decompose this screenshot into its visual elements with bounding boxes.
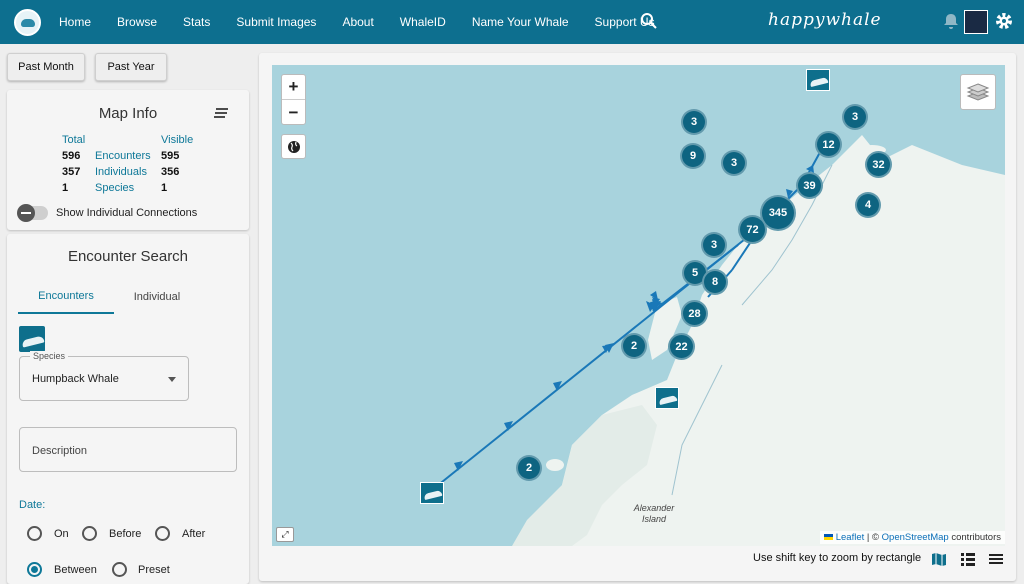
alexander-island-label: Alexander Island: [633, 503, 675, 524]
list-view-icon[interactable]: [960, 552, 976, 566]
radio-before-label: Before: [109, 528, 142, 540]
cluster-marker[interactable]: 22: [668, 333, 695, 360]
nav-name-your-whale[interactable]: Name Your Whale: [472, 15, 569, 29]
globe-button[interactable]: [281, 134, 306, 159]
cluster-marker[interactable]: 3: [842, 104, 868, 130]
leaflet-link[interactable]: Leaflet: [836, 532, 865, 543]
cluster-marker[interactable]: 2: [516, 455, 542, 481]
tab-encounters[interactable]: Encounters: [18, 280, 114, 314]
whale-encounter-marker[interactable]: [806, 69, 830, 91]
attribution-separator: | ©: [864, 532, 882, 543]
cluster-marker[interactable]: 3: [721, 150, 747, 176]
zoom-in-button[interactable]: +: [282, 75, 305, 100]
layers-button[interactable]: [960, 74, 996, 110]
individual-connections-toggle[interactable]: [17, 204, 48, 222]
total-header: Total: [62, 134, 86, 146]
visible-header: Visible: [161, 134, 194, 146]
individuals-visible: 356: [161, 166, 180, 178]
cluster-marker[interactable]: 2: [621, 333, 647, 359]
radio-before[interactable]: [82, 526, 97, 541]
user-avatar[interactable]: [964, 10, 988, 34]
gear-icon[interactable]: [994, 11, 1014, 31]
bell-icon[interactable]: [942, 12, 960, 30]
encounters-visible: 595: [161, 150, 180, 162]
description-placeholder: Description: [32, 445, 88, 457]
main-nav: Home Browse Stats Submit Images About Wh…: [59, 0, 681, 44]
map-info-title: Map Info: [98, 105, 158, 122]
sort-lines-icon[interactable]: [214, 108, 228, 118]
menu-icon[interactable]: [988, 552, 1004, 566]
cluster-marker[interactable]: 32: [865, 151, 892, 178]
search-tabs: Encounters Individual: [18, 280, 240, 314]
zoom-rectangle-hint: Use shift key to zoom by rectangle: [753, 552, 922, 564]
map-view-icon[interactable]: [931, 552, 947, 566]
radio-between[interactable]: [27, 562, 42, 577]
nav-home[interactable]: Home: [59, 15, 91, 29]
species-label: Species: [95, 182, 135, 194]
globe-icon: [287, 140, 300, 153]
zoom-out-button[interactable]: −: [282, 100, 305, 125]
cluster-marker[interactable]: 12: [815, 131, 842, 158]
date-label: Date:: [19, 499, 46, 511]
nav-submit-images[interactable]: Submit Images: [236, 15, 316, 29]
cluster-marker[interactable]: 39: [796, 172, 823, 199]
encounters-label: Encounters: [95, 150, 151, 162]
cluster-marker[interactable]: 72: [738, 215, 767, 244]
individuals-label: Individuals: [95, 166, 147, 178]
species-value: Humpback Whale: [32, 373, 119, 385]
past-month-button[interactable]: Past Month: [7, 53, 85, 81]
encounter-map[interactable]: [272, 65, 1005, 546]
chevron-down-icon: [168, 377, 176, 382]
top-navbar: Home Browse Stats Submit Images About Wh…: [0, 0, 1024, 44]
whale-encounter-marker[interactable]: [420, 482, 444, 504]
expand-icon[interactable]: ⤢: [276, 527, 294, 542]
tab-individual[interactable]: Individual: [114, 280, 200, 314]
species-total: 1: [62, 182, 69, 194]
nav-browse[interactable]: Browse: [117, 15, 157, 29]
radio-after[interactable]: [155, 526, 170, 541]
cluster-marker[interactable]: 28: [681, 300, 708, 327]
cluster-marker[interactable]: 3: [681, 109, 707, 135]
radio-after-label: After: [182, 528, 206, 540]
cluster-marker[interactable]: 4: [855, 192, 881, 218]
toggle-label: Show Individual Connections: [56, 207, 198, 219]
nav-stats[interactable]: Stats: [183, 15, 210, 29]
radio-on[interactable]: [27, 526, 42, 541]
cluster-marker[interactable]: 3: [701, 232, 727, 258]
past-year-button[interactable]: Past Year: [95, 53, 167, 81]
radio-preset[interactable]: [112, 562, 127, 577]
osm-link[interactable]: OpenStreetMap: [882, 532, 949, 543]
species-visible: 1: [161, 182, 168, 194]
radio-preset-label: Preset: [138, 564, 170, 576]
encounters-total: 596: [62, 150, 81, 162]
map-land-svg: [431, 135, 1005, 546]
happywhale-logo[interactable]: [14, 9, 41, 36]
attribution-tail: contributors: [948, 532, 1001, 543]
humpback-species-icon: [19, 326, 45, 352]
species-select[interactable]: Species Humpback Whale: [19, 351, 189, 401]
individuals-total: 357: [62, 166, 81, 178]
nav-about[interactable]: About: [342, 15, 373, 29]
brand-wordmark[interactable]: happywhale: [768, 10, 882, 30]
radio-between-label: Between: [54, 564, 97, 576]
encounter-search-title: Encounter Search: [67, 248, 189, 265]
search-icon[interactable]: [640, 12, 658, 30]
nav-whaleid[interactable]: WhaleID: [400, 15, 446, 29]
species-field-label: Species: [30, 351, 69, 361]
cluster-marker[interactable]: 8: [702, 269, 728, 295]
cluster-marker[interactable]: 9: [680, 143, 706, 169]
map-attribution: Leaflet | © OpenStreetMap contributors: [820, 531, 1005, 544]
layers-icon: [966, 83, 990, 101]
radio-on-label: On: [54, 528, 69, 540]
whale-encounter-marker[interactable]: [655, 387, 679, 409]
flag-icon: [824, 534, 834, 540]
description-field[interactable]: Description: [19, 427, 237, 472]
zoom-control: + −: [281, 74, 306, 125]
